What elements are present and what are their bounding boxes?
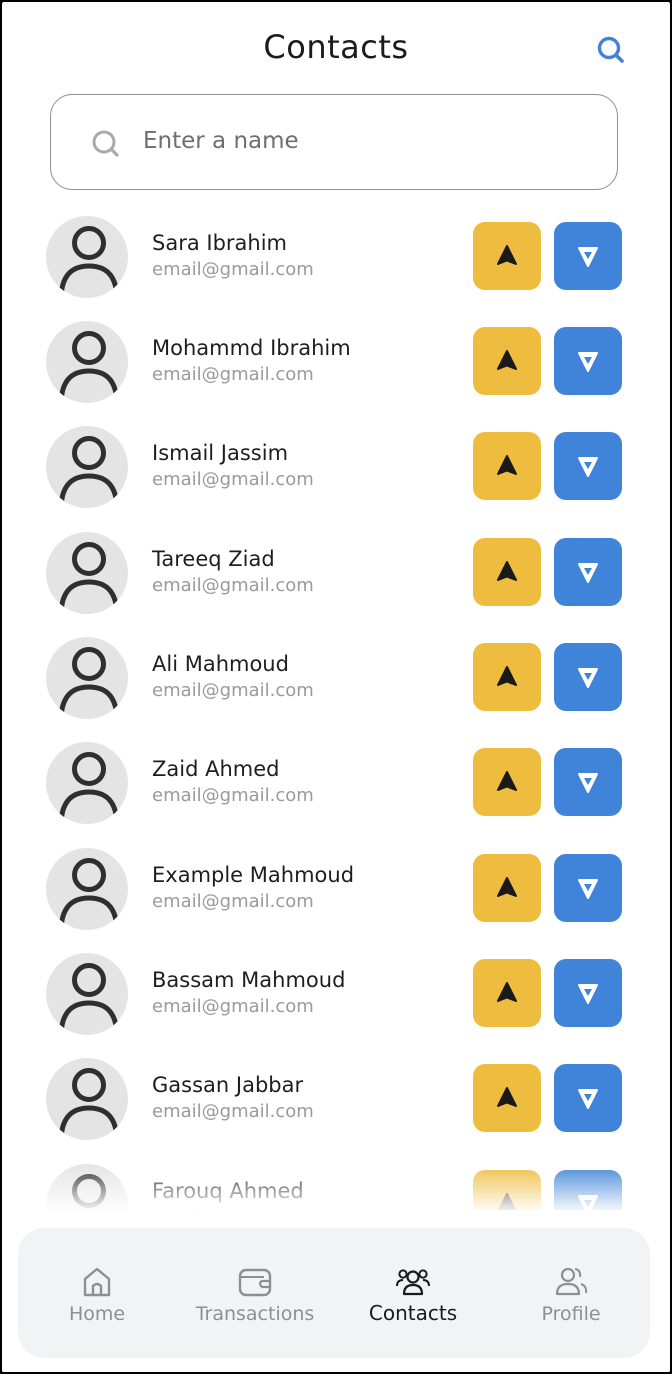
contact-email: email@gmail.com <box>152 996 314 1017</box>
contact-email: email@gmail.com <box>152 785 314 806</box>
contact-row[interactable]: Tareeq Ziad email@gmail.com <box>2 532 670 622</box>
contact-row[interactable]: Mohammd Ibrahim email@gmail.com <box>2 321 670 411</box>
down-button[interactable] <box>554 643 622 711</box>
avatar <box>46 321 128 403</box>
header: Contacts <box>2 2 670 96</box>
up-button[interactable] <box>473 1064 541 1132</box>
contact-email: email@gmail.com <box>152 575 314 596</box>
contact-email: email@gmail.com <box>152 680 314 701</box>
search-input[interactable] <box>143 119 583 163</box>
contact-name: Farouq Ahmed <box>152 1179 304 1203</box>
profile-icon <box>553 1264 589 1300</box>
nav-label-contacts: Contacts <box>368 1301 458 1325</box>
contact-email: email@gmail.com <box>152 891 314 912</box>
up-button[interactable] <box>473 959 541 1027</box>
down-button[interactable] <box>554 432 622 500</box>
wallet-icon <box>237 1264 273 1300</box>
nav-item-profile[interactable]: Profile <box>492 1228 650 1358</box>
avatar <box>46 532 128 614</box>
contact-email: email@gmail.com <box>152 469 314 490</box>
search-icon[interactable] <box>596 35 626 65</box>
contacts-icon <box>395 1264 431 1300</box>
up-button[interactable] <box>473 327 541 395</box>
contacts-screen: Sara Ibrahim email@gmail.com Mohammd Ibrah… <box>2 2 670 1372</box>
contact-row[interactable]: Ali Mahmoud email@gmail.com <box>2 637 670 727</box>
contact-name: Ismail Jassim <box>152 441 289 465</box>
contact-name: Zaid Ahmed <box>152 757 280 781</box>
contact-row[interactable]: Example Mahmoud email@gmail.com <box>2 848 670 938</box>
contact-name: Tareeq Ziad <box>152 547 275 571</box>
contact-row[interactable]: Zaid Ahmed email@gmail.com <box>2 742 670 832</box>
contact-row[interactable]: Farouq Ahmedemail@gmail.com <box>2 1164 670 1216</box>
avatar <box>46 426 128 508</box>
avatar <box>46 1058 128 1140</box>
down-button[interactable] <box>554 748 622 816</box>
contact-name: Gassan Jabbar <box>152 1073 304 1097</box>
contact-name: Ali Mahmoud <box>152 652 289 676</box>
home-icon <box>79 1264 115 1300</box>
contact-email: email@gmail.com <box>152 259 314 280</box>
down-button[interactable] <box>554 1064 622 1132</box>
page-title: Contacts <box>263 28 409 66</box>
avatar <box>46 637 128 719</box>
down-button[interactable] <box>554 222 622 290</box>
up-button[interactable] <box>473 854 541 922</box>
up-button[interactable] <box>473 643 541 711</box>
nav-label-transactions: Transactions <box>195 1303 315 1325</box>
nav-label-home: Home <box>68 1303 126 1325</box>
down-button[interactable] <box>554 959 622 1027</box>
up-button[interactable] <box>473 748 541 816</box>
avatar <box>46 1164 128 1216</box>
search-field[interactable] <box>50 94 618 190</box>
contact-row[interactable]: Ismail Jassim email@gmail.com <box>2 426 670 516</box>
nav-item-contacts[interactable]: Contacts <box>334 1228 492 1358</box>
nav-item-transactions[interactable]: Transactions <box>176 1228 334 1358</box>
contact-email: email@gmail.com <box>152 364 314 385</box>
avatar <box>46 848 128 930</box>
up-button[interactable] <box>473 432 541 500</box>
up-button[interactable] <box>473 222 541 290</box>
nav-label-profile: Profile <box>541 1303 601 1325</box>
search-icon <box>91 129 121 159</box>
avatar <box>46 742 128 824</box>
contact-name: Sara Ibrahim <box>152 231 288 255</box>
contact-row[interactable]: Bassam Mahmoud email@gmail.com <box>2 953 670 1043</box>
down-button[interactable] <box>554 854 622 922</box>
up-button[interactable] <box>473 538 541 606</box>
down-button[interactable] <box>554 538 622 606</box>
avatar <box>46 953 128 1035</box>
avatar <box>46 216 128 298</box>
nav-item-home[interactable]: Home <box>18 1228 176 1358</box>
bottom-nav: Home Transactions Contacts Profile <box>18 1228 650 1358</box>
contact-name: Bassam Mahmoud <box>152 968 346 992</box>
contact-row[interactable]: Sara Ibrahim email@gmail.com <box>2 216 670 306</box>
contact-name: Example Mahmoud <box>152 863 355 887</box>
down-button[interactable] <box>554 327 622 395</box>
contact-name: Mohammd Ibrahim <box>152 336 351 360</box>
contact-row[interactable]: Gassan Jabbar email@gmail.com <box>2 1058 670 1148</box>
contact-email: email@gmail.com <box>152 1101 314 1122</box>
